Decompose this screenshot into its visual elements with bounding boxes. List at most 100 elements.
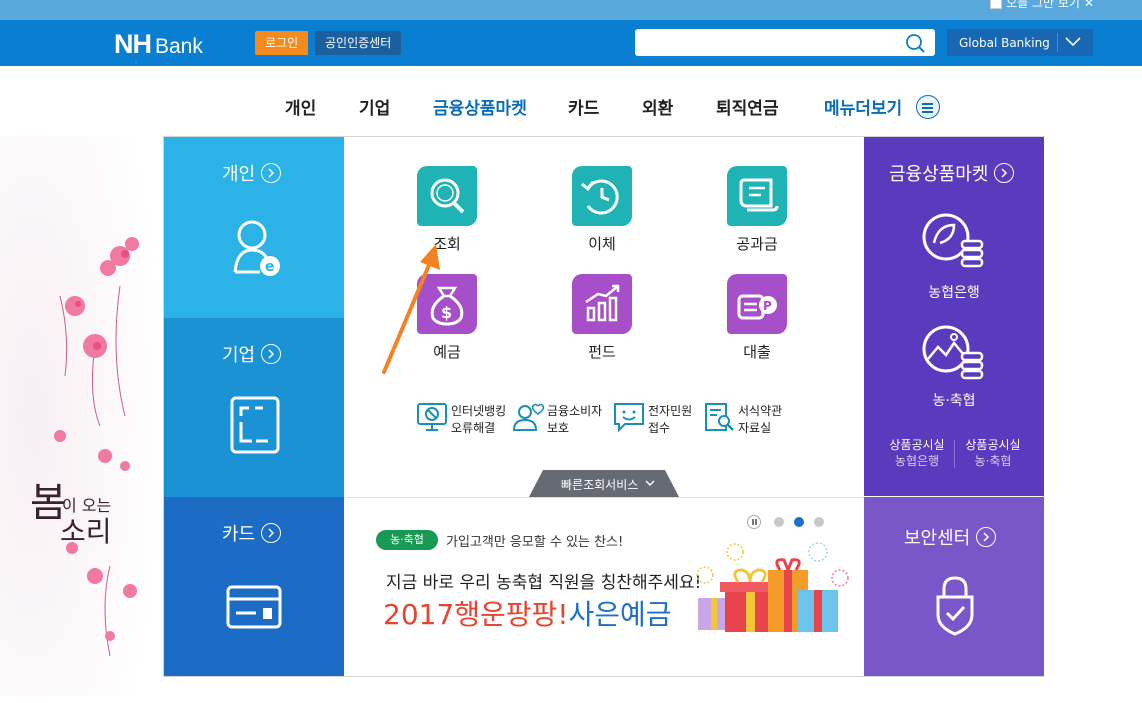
no-show-checkbox[interactable] xyxy=(990,0,1003,9)
arrow-right-icon xyxy=(261,344,282,364)
panel-corporate[interactable]: 기업 xyxy=(164,318,344,497)
notice-nh-bank[interactable]: 상품공시실 농협은행 xyxy=(886,437,948,469)
panel-title-text: 카드 xyxy=(222,524,256,545)
arrow-right-icon xyxy=(261,163,282,183)
quick-link-line2: 오류해결 xyxy=(451,421,496,435)
gift-boxes-illustration xyxy=(696,542,849,632)
quick-link-forms[interactable]: 서식약관 자료실 xyxy=(738,403,782,437)
close-icon[interactable]: ✕ xyxy=(1084,0,1094,10)
tile-utility-label[interactable]: 공과금 xyxy=(707,233,807,254)
quick-link-line1: 전자민원 xyxy=(648,404,693,418)
document-search-icon[interactable] xyxy=(704,402,736,432)
search-icon xyxy=(430,178,465,214)
quick-link-line1: 서식약관 xyxy=(738,404,783,418)
nav-forex[interactable]: 외환 xyxy=(642,94,673,119)
search-input[interactable] xyxy=(635,29,935,56)
nav-more[interactable]: 메뉴더보기 xyxy=(824,94,902,119)
tile-transfer-label[interactable]: 이체 xyxy=(552,233,652,254)
notice-sub: 농협은행 xyxy=(894,454,940,468)
arrow-right-icon xyxy=(994,163,1015,183)
tile-inquiry[interactable] xyxy=(417,166,477,226)
chevron-down-icon[interactable] xyxy=(1065,37,1081,47)
quick-service-tab[interactable]: 빠른조회서비스 xyxy=(529,470,679,497)
coop-badge: 농·축협 xyxy=(376,530,438,550)
nav-personal[interactable]: 개인 xyxy=(285,94,316,119)
panel-product-market[interactable]: 금융상품마켓 농협은행 농·축협 상품공시실 농협은행 상품공시실 농·축협 xyxy=(864,137,1044,496)
no-show-today[interactable]: 오늘 그만 보기 ✕ xyxy=(990,0,1094,11)
quick-link-line1: 인터넷뱅킹 xyxy=(451,404,507,418)
global-banking-select[interactable]: Global Banking xyxy=(947,29,1093,56)
tile-fund[interactable] xyxy=(572,274,632,334)
tile-utility[interactable] xyxy=(727,166,787,226)
pause-icon[interactable] xyxy=(747,515,761,529)
clock-transfer-icon xyxy=(581,179,619,215)
banner-headline-red: 2017행운팡팡! xyxy=(383,598,569,631)
notice-title: 상품공시실 xyxy=(965,438,1021,452)
tile-transfer[interactable] xyxy=(572,166,632,226)
banner-headline-blue: 사은예금 xyxy=(568,598,672,631)
monitor-block-icon[interactable] xyxy=(416,402,448,432)
panel-corporate-title[interactable]: 기업 xyxy=(222,341,282,367)
quick-link-complaint[interactable]: 전자민원 접수 xyxy=(648,403,692,437)
nav-card[interactable]: 카드 xyxy=(568,94,599,119)
banner-line1: 지금 바로 우리 농축협 직원을 칭찬해주세요! xyxy=(386,573,702,593)
panel-market-title[interactable]: 금융상품마켓 xyxy=(889,160,1015,186)
arrow-right-icon xyxy=(261,523,282,543)
nav-pension[interactable]: 퇴직연금 xyxy=(716,94,779,119)
market-nh-bank-label[interactable]: 농협은행 xyxy=(864,282,1044,302)
chevron-down-icon xyxy=(645,480,655,486)
quick-link-error[interactable]: 인터넷뱅킹 오류해결 xyxy=(451,403,506,437)
consumer-heart-icon[interactable] xyxy=(512,402,546,432)
slide-dot-1[interactable] xyxy=(774,517,784,527)
chat-smile-icon[interactable] xyxy=(613,402,645,432)
hamburger-menu-icon[interactable] xyxy=(916,95,940,119)
panel-title-text: 금융상품마켓 xyxy=(889,164,989,185)
panel-title-text: 개인 xyxy=(222,164,256,185)
receipt-icon xyxy=(739,178,779,212)
notice-nh-coop[interactable]: 상품공시실 농·축협 xyxy=(962,437,1024,469)
logo-nh: NH xyxy=(114,29,152,59)
search-icon[interactable] xyxy=(905,33,925,53)
panel-title-text: 보안센터 xyxy=(904,528,971,549)
header: NH Bank 로그인 공인인증센터 Global Banking xyxy=(0,20,1142,66)
banner-headline: 2017행운팡팡!사은예금 xyxy=(383,593,672,633)
login-button[interactable]: 로그인 xyxy=(255,31,309,55)
corporate-frame-icon xyxy=(230,396,280,454)
svg-text:이 오는: 이 오는 xyxy=(62,496,111,515)
top-strip: 오늘 그만 보기 ✕ xyxy=(0,0,1142,20)
global-banking-label: Global Banking xyxy=(959,36,1050,50)
divider xyxy=(954,440,955,468)
annotation-arrow xyxy=(382,244,440,374)
panel-security[interactable]: 보안센터 xyxy=(864,497,1044,676)
svg-text:P: P xyxy=(763,299,772,313)
quick-link-line2: 자료실 xyxy=(738,421,772,435)
flower-illustration: 봄 이 오는 소리 xyxy=(0,136,163,696)
tile-fund-label[interactable]: 펀드 xyxy=(552,341,652,362)
cert-center-button[interactable]: 공인인증센터 xyxy=(315,31,402,55)
no-show-label: 오늘 그만 보기 xyxy=(1006,0,1080,10)
market-nh-coop-label[interactable]: 농·축협 xyxy=(864,390,1044,410)
panel-personal[interactable]: 개인 e xyxy=(164,137,344,318)
security-shield-icon xyxy=(936,576,974,636)
nav-corporate[interactable]: 기업 xyxy=(359,94,390,119)
banner-subtitle: 가입고객만 응모할 수 있는 찬스! xyxy=(446,535,624,550)
slide-dot-2[interactable] xyxy=(794,517,804,527)
quick-link-consumer[interactable]: 금융소비자 보호 xyxy=(547,403,602,437)
panel-card[interactable]: 카드 xyxy=(164,497,344,676)
tile-loan-label[interactable]: 대출 xyxy=(707,341,807,362)
card-icon xyxy=(226,585,282,629)
panel-security-title[interactable]: 보안센터 xyxy=(904,524,997,550)
slide-dot-3[interactable] xyxy=(814,517,824,527)
spring-decoration: 봄 이 오는 소리 xyxy=(0,136,163,696)
quick-service-label: 빠른조회서비스 xyxy=(561,478,639,492)
nh-bank-coins-icon[interactable] xyxy=(920,211,986,271)
panel-card-title[interactable]: 카드 xyxy=(222,520,282,546)
svg-text:소리: 소리 xyxy=(60,515,112,548)
quick-link-line2: 보호 xyxy=(547,421,570,435)
tile-loan[interactable]: P xyxy=(727,274,787,334)
nav-product-market[interactable]: 금융상품마켓 xyxy=(433,94,527,119)
nh-coop-coins-icon[interactable] xyxy=(920,323,986,383)
nh-bank-logo[interactable]: NH Bank xyxy=(114,29,203,60)
bar-chart-icon xyxy=(585,284,620,322)
panel-personal-title[interactable]: 개인 xyxy=(222,160,282,186)
